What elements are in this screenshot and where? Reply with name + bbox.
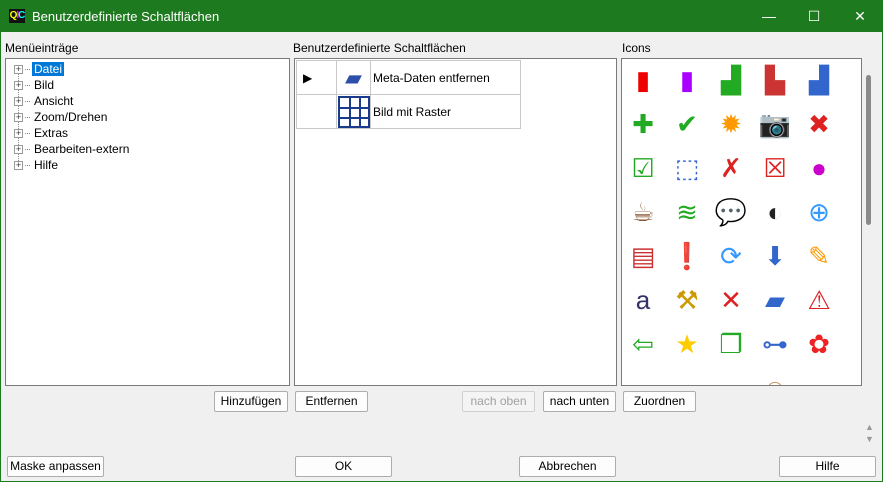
expand-icon[interactable]: +: [14, 129, 23, 139]
grid-icon: [336, 94, 371, 129]
icons-label: Icons: [622, 41, 651, 55]
expand-icon[interactable]: +: [14, 81, 23, 91]
expand-icon[interactable]: +: [14, 161, 23, 171]
window-icon[interactable]: ▭: [626, 371, 660, 385]
tree-item-label: Datei: [32, 62, 65, 76]
tree-item-label: Ansicht: [34, 94, 74, 108]
star-icon[interactable]: ★: [670, 327, 704, 361]
warning-icon[interactable]: ⚠: [802, 283, 836, 317]
help-button[interactable]: Hilfe: [779, 456, 876, 477]
add-button[interactable]: Hinzufügen: [214, 391, 288, 412]
tree-item-label: Bild: [34, 78, 55, 92]
tree-item[interactable]: + Bild: [14, 77, 56, 93]
table-row[interactable]: Bild mit Raster: [296, 94, 521, 129]
checklist-icon[interactable]: ☑: [626, 151, 660, 185]
brush-select-icon[interactable]: ⬚: [670, 151, 704, 185]
move-down-button[interactable]: nach unten: [543, 391, 616, 412]
close-circle-icon[interactable]: ✖: [802, 107, 836, 141]
zoom-plus-icon[interactable]: ⊕: [802, 195, 836, 229]
button-label: Meta-Daten entfernen: [370, 60, 521, 95]
table-row[interactable]: ▶ ▰ Meta-Daten entfernen: [296, 60, 521, 95]
person-icon[interactable]: ☺: [758, 371, 792, 385]
minimize-button[interactable]: —: [746, 1, 792, 32]
tree-item[interactable]: + Extras: [14, 125, 70, 141]
expand-icon[interactable]: +: [14, 113, 23, 123]
tree-item[interactable]: + Hilfe: [14, 157, 60, 173]
icons-scrollbar[interactable]: [862, 59, 876, 385]
tree-item-label: Zoom/Drehen: [34, 110, 108, 124]
image-icon[interactable]: ▬: [714, 371, 748, 385]
spin-arrows[interactable]: ▲ ▼: [865, 421, 874, 445]
bowl-icon[interactable]: ◡: [670, 371, 704, 385]
button-label: Bild mit Raster: [370, 94, 521, 129]
custom-buttons-grid[interactable]: ▶ ▰ Meta-Daten entfernen Bild mit Raster: [294, 58, 617, 386]
ok-button[interactable]: OK: [295, 456, 392, 477]
eraser-icon[interactable]: ▰: [758, 283, 792, 317]
3d-chart-icon[interactable]: ▙: [758, 63, 792, 97]
tree-item-label: Bearbeiten-extern: [34, 142, 130, 156]
check-icon[interactable]: ✔: [670, 107, 704, 141]
refresh-icon[interactable]: ⟳: [714, 239, 748, 273]
network-icon[interactable]: ⊶: [758, 327, 792, 361]
move-up-button[interactable]: nach oben: [462, 391, 535, 412]
tree-item[interactable]: + Zoom/Drehen: [14, 109, 109, 125]
tree-item[interactable]: + Bearbeiten-extern: [14, 141, 131, 157]
title-bar: QIC Benutzerdefinierte Schaltflächen — ☐…: [1, 1, 882, 32]
remove-button[interactable]: Entfernen: [295, 391, 368, 412]
eraser-icon: ▰: [336, 60, 371, 95]
tools-icon[interactable]: ⚒: [670, 283, 704, 317]
table-icon[interactable]: ▭: [802, 371, 836, 385]
tree-item-label: Hilfe: [34, 158, 59, 172]
speech-bubble-icon[interactable]: 💬: [714, 195, 748, 229]
text-icon[interactable]: a: [626, 283, 660, 317]
contrast-icon[interactable]: ◐: [758, 195, 792, 229]
menu-tree[interactable]: + Datei + Bild + Ansicht + Zoom/Drehen + Extras + B…: [5, 58, 290, 386]
camera-icon[interactable]: 📷: [758, 107, 792, 141]
arrow-down-icon[interactable]: ⬇: [758, 239, 792, 273]
layers-icon[interactable]: ≋: [670, 195, 704, 229]
coffee-icon[interactable]: ☕: [626, 195, 660, 229]
maximize-button[interactable]: ☐: [791, 1, 837, 32]
cancel-button[interactable]: Abbrechen: [519, 456, 616, 477]
edit-icon[interactable]: ✎: [802, 239, 836, 273]
expand-icon[interactable]: +: [14, 145, 23, 155]
dialog-window: QIC Benutzerdefinierte Schaltflächen — ☐…: [0, 0, 883, 482]
flower-icon[interactable]: ✿: [802, 327, 836, 361]
icons-list[interactable]: ▮ ▮ ▟ ▙ ▟ ✚ ✔ ✹ 📷 ✖ ☑ ⬚ ✗ ☒ ● ☕ ≋ 💬 ◐ ⊕ ▤ ❗ ⟳ ⬇ ✎ a ⚒ ✕ ▰ ⚠ ⇦ ★ ❐ ⊶ ✿ ▭ ◡ ▬ ☺ ▭: [621, 58, 862, 386]
tree-item-label: Extras: [34, 126, 69, 140]
sun-icon[interactable]: ✹: [714, 107, 748, 141]
expand-icon[interactable]: +: [14, 65, 23, 75]
delete-page-icon[interactable]: ✗: [714, 151, 748, 185]
tree-item[interactable]: + Ansicht: [14, 93, 75, 109]
tree-item[interactable]: + Datei: [14, 61, 65, 77]
cross-icon[interactable]: ✕: [714, 283, 748, 317]
color-bars-icon[interactable]: ▮: [626, 63, 660, 97]
window-title: Benutzerdefinierte Schaltflächen: [32, 9, 220, 24]
custom-buttons-label: Benutzerdefinierte Schaltflächen: [293, 41, 466, 55]
row-indicator-icon: ▶: [296, 60, 337, 95]
copy-icon[interactable]: ❐: [714, 327, 748, 361]
color-circles-icon[interactable]: ●: [802, 151, 836, 185]
document-icon[interactable]: ▤: [626, 239, 660, 273]
plus-icon[interactable]: ✚: [626, 107, 660, 141]
bar-chart-icon[interactable]: ▟: [714, 63, 748, 97]
menu-entries-label: Menüeinträge: [5, 41, 79, 55]
close-button[interactable]: ✕: [837, 1, 883, 32]
column-chart-icon[interactable]: ▟: [802, 63, 836, 97]
warning-circle-icon[interactable]: ❗: [670, 239, 704, 273]
expand-icon[interactable]: +: [14, 97, 23, 107]
rainbow-bars-icon[interactable]: ▮: [670, 63, 704, 97]
adapt-mask-button[interactable]: Maske anpassen: [7, 456, 104, 477]
app-logo: QIC: [9, 9, 25, 23]
close-box-icon[interactable]: ☒: [758, 151, 792, 185]
import-icon[interactable]: ⇦: [626, 327, 660, 361]
assign-button[interactable]: Zuordnen: [623, 391, 696, 412]
